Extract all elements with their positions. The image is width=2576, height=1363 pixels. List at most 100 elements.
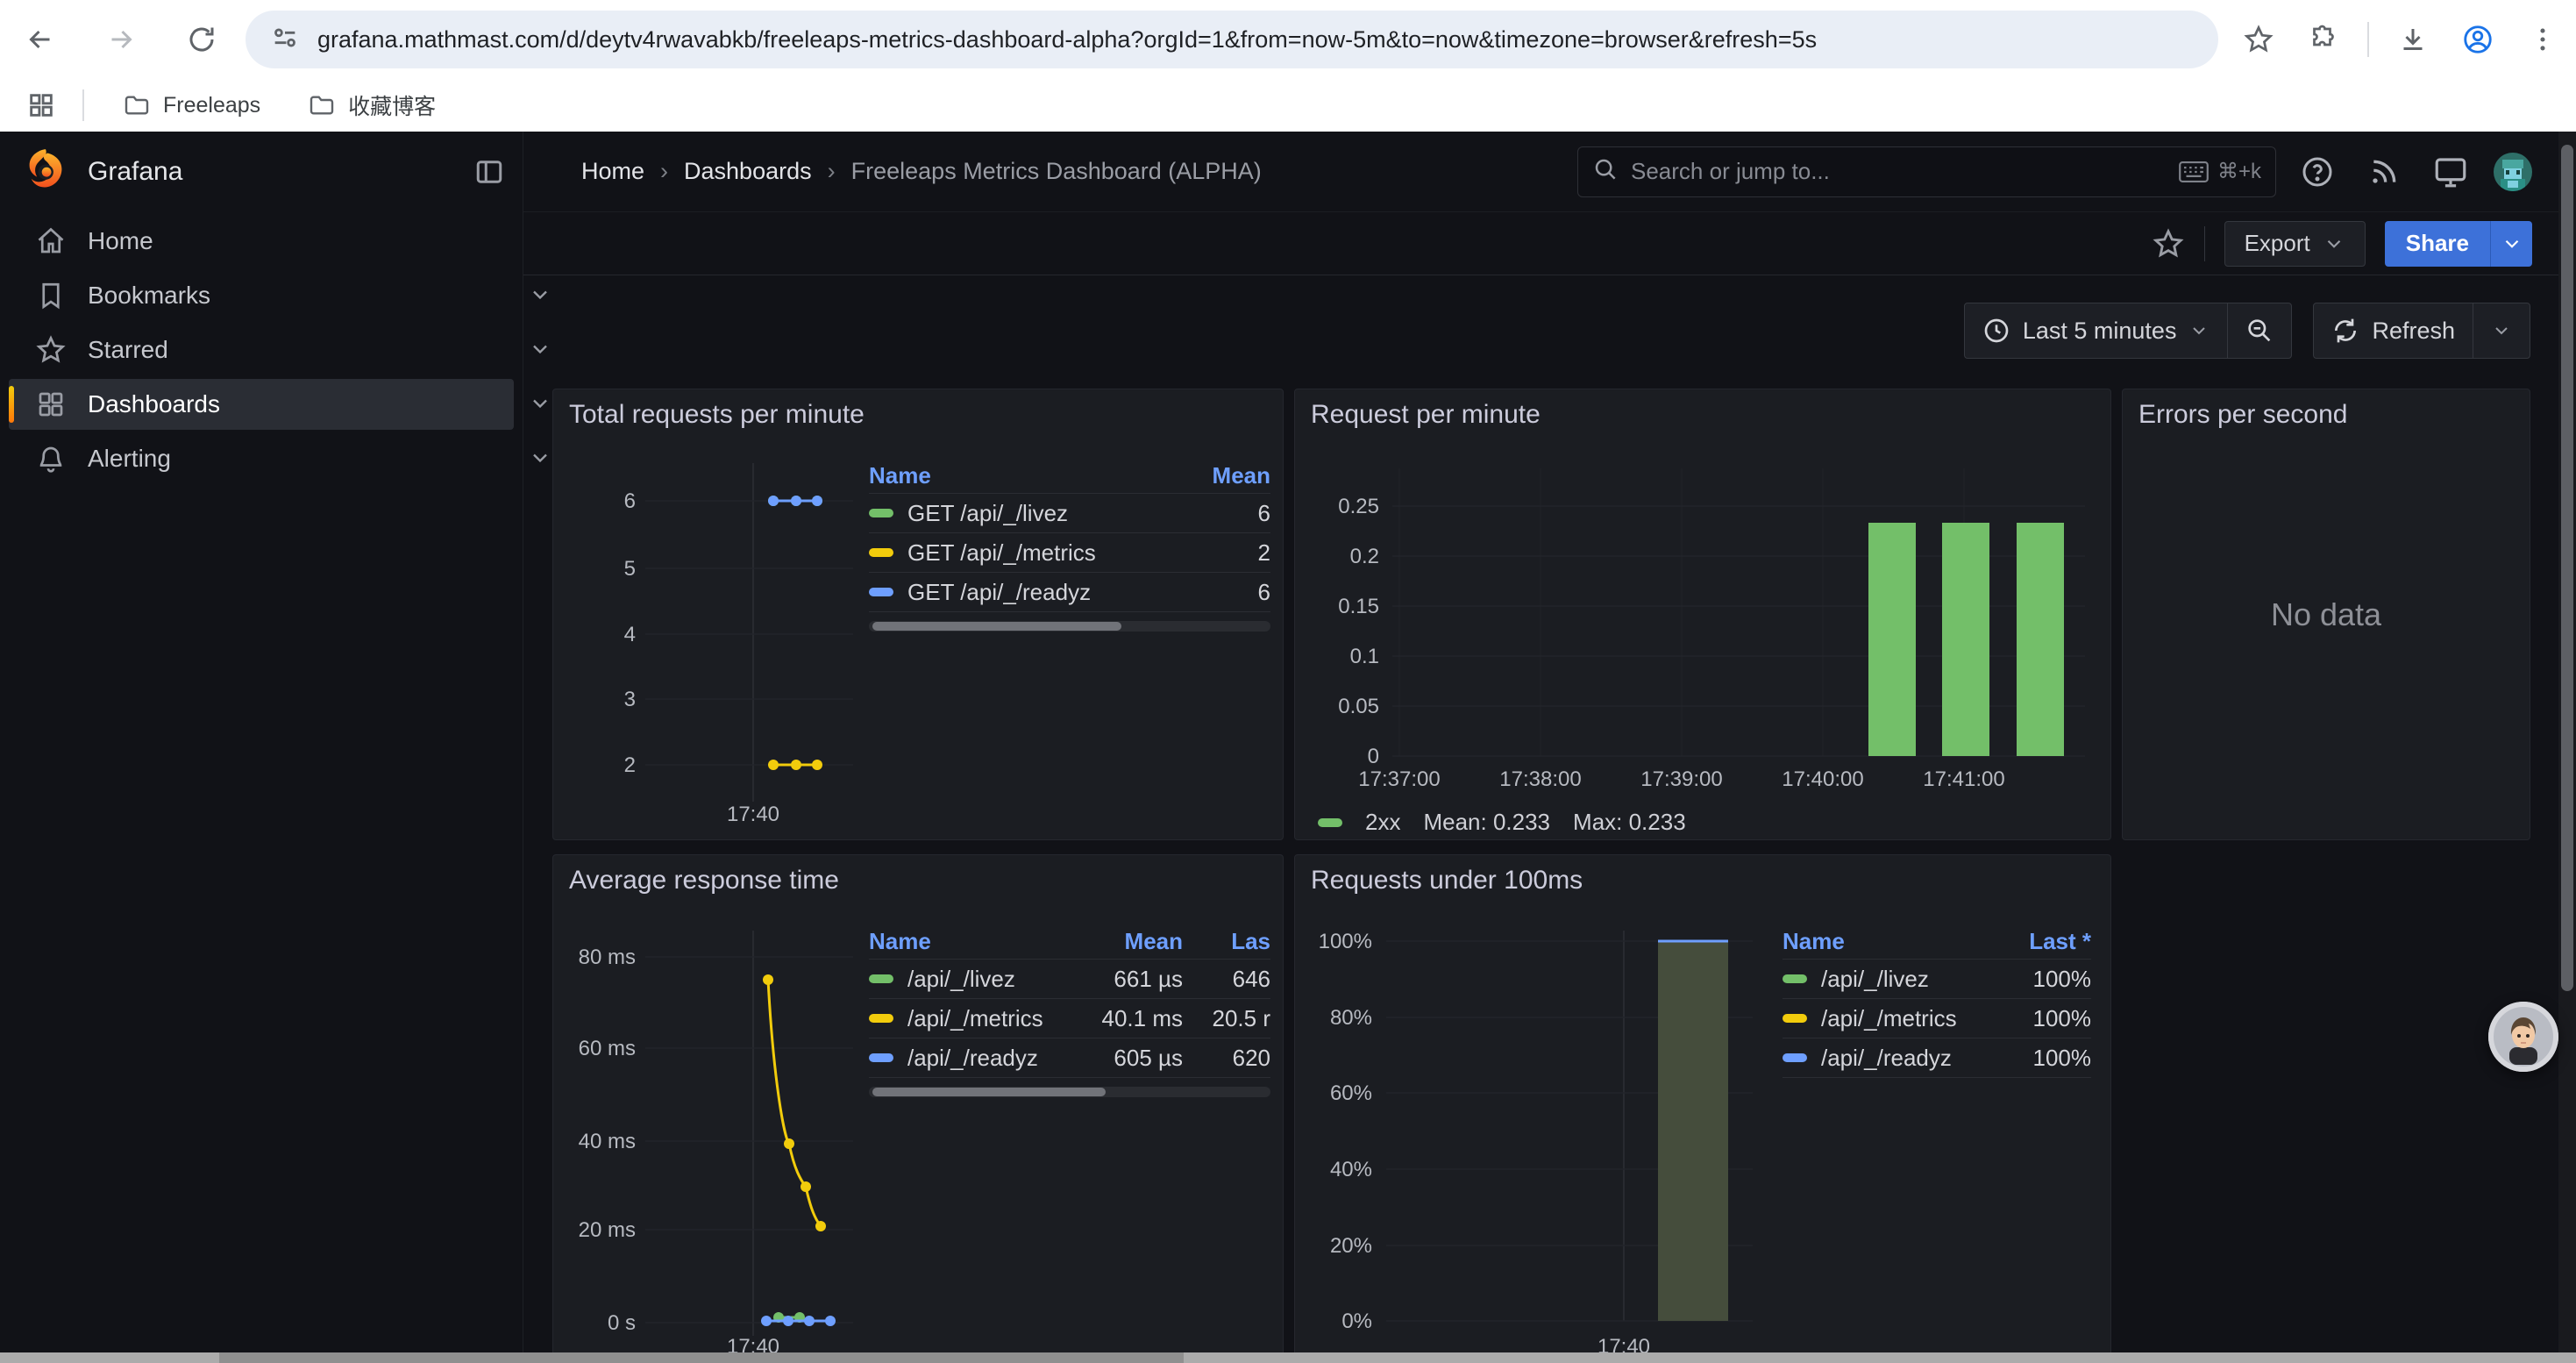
- search-input[interactable]: [1631, 158, 2167, 185]
- series-color-swatch: [869, 509, 893, 517]
- bookmarks-divider: [82, 89, 84, 121]
- time-range-picker[interactable]: Last 5 minutes: [1965, 303, 2228, 358]
- panel-title[interactable]: Errors per second: [2138, 400, 2347, 430]
- column-header[interactable]: Mean: [1069, 928, 1183, 955]
- downloads-icon[interactable]: [2385, 11, 2441, 68]
- site-settings-icon[interactable]: [270, 23, 300, 57]
- svg-text:0: 0: [1368, 745, 1379, 768]
- series-color-swatch: [1783, 974, 1807, 983]
- assistant-avatar[interactable]: [2488, 1002, 2558, 1072]
- main-area: Home›Dashboards›Freeleaps Metrics Dashbo…: [523, 132, 2576, 1363]
- help-icon[interactable]: [2292, 146, 2343, 197]
- sidebar-item-dashboards[interactable]: Dashboards: [9, 379, 514, 430]
- breadcrumb-item[interactable]: Dashboards: [684, 158, 812, 185]
- chevron-down-icon: [2491, 320, 2512, 341]
- series-row[interactable]: /api/_/metrics100%: [1783, 998, 2091, 1038]
- url-bar[interactable]: grafana.mathmast.com/d/deytv4rwavabkb/fr…: [246, 11, 2218, 68]
- series-row[interactable]: GET /api/_/readyz6: [869, 572, 1270, 611]
- sidebar-item-home[interactable]: Home: [9, 216, 514, 267]
- series-color-swatch: [869, 1014, 893, 1023]
- chart-plot[interactable]: 6543217:40: [562, 426, 865, 830]
- chevron-down-icon: [2323, 232, 2345, 255]
- breadcrumb-separator: ›: [828, 158, 836, 185]
- legend-item: 2xx: [1365, 809, 1400, 836]
- series-row[interactable]: /api/_/readyz100%: [1783, 1038, 2091, 1077]
- user-avatar[interactable]: [2494, 153, 2532, 191]
- bookmark-star-icon[interactable]: [2231, 11, 2287, 68]
- series-row[interactable]: GET /api/_/livez6: [869, 493, 1270, 532]
- series-color-swatch: [1783, 1053, 1807, 1062]
- chart-plot[interactable]: 0.250.20.150.10.05017:37:0017:38:0017:39…: [1309, 425, 2098, 802]
- series-row[interactable]: /api/_/livez100%: [1783, 959, 2091, 998]
- news-rss-icon[interactable]: [2359, 146, 2409, 197]
- folder-icon: [308, 91, 336, 119]
- chevron-down-icon: [2188, 320, 2210, 341]
- sidebar-item-bookmarks[interactable]: Bookmarks: [9, 270, 514, 321]
- reload-button[interactable]: [174, 11, 230, 68]
- brand-name[interactable]: Grafana: [88, 157, 473, 187]
- forward-button[interactable]: [93, 11, 149, 68]
- page-scrollbar-thumb[interactable]: [2561, 145, 2573, 991]
- svg-text:40 ms: 40 ms: [579, 1130, 636, 1153]
- panel: Total requests per minute6543217:40NameM…: [552, 389, 1284, 840]
- chart-plot[interactable]: 80 ms60 ms40 ms20 ms0 s17:40: [562, 890, 865, 1362]
- extensions-icon[interactable]: [2295, 11, 2352, 68]
- column-header[interactable]: Name: [1783, 928, 1995, 955]
- dock-menu-icon[interactable]: [473, 156, 505, 188]
- bell-icon: [35, 443, 67, 475]
- time-zoom-out-button[interactable]: [2227, 303, 2291, 358]
- breadcrumb-item[interactable]: Home: [581, 158, 644, 185]
- refresh-button[interactable]: Refresh: [2314, 303, 2473, 358]
- svg-text:0.05: 0.05: [1338, 695, 1379, 718]
- column-header[interactable]: Mean: [1174, 462, 1270, 489]
- bookmark-icon: [35, 280, 67, 311]
- series-color-swatch: [1318, 818, 1342, 827]
- bookmark-folder[interactable]: 收藏博客: [295, 84, 448, 126]
- svg-text:0.1: 0.1: [1350, 645, 1379, 668]
- folder-icon: [123, 91, 151, 119]
- refresh-interval-button[interactable]: [2473, 303, 2530, 358]
- url-text: grafana.mathmast.com/d/deytv4rwavabkb/fr…: [317, 26, 1817, 54]
- breadcrumb-item: Freeleaps Metrics Dashboard (ALPHA): [851, 158, 1262, 185]
- svg-text:6: 6: [624, 489, 636, 513]
- series-row[interactable]: /api/_/metrics40.1 ms20.5 r: [869, 998, 1270, 1038]
- bookmark-folder[interactable]: Freeleaps: [110, 84, 273, 126]
- chart-plot[interactable]: 100%80%60%40%20%0%17:40: [1304, 890, 1777, 1362]
- svg-text:17:38:00: 17:38:00: [1499, 767, 1581, 791]
- svg-text:17:37:00: 17:37:00: [1358, 767, 1440, 791]
- series-row[interactable]: GET /api/_/metrics2: [869, 532, 1270, 572]
- series-color-swatch: [869, 588, 893, 596]
- svg-text:40%: 40%: [1330, 1158, 1372, 1181]
- panel-title[interactable]: Total requests per minute: [569, 400, 865, 430]
- svg-text:80%: 80%: [1330, 1006, 1372, 1030]
- sidebar-item-starred[interactable]: Starred: [9, 325, 514, 375]
- share-menu-button[interactable]: [2490, 221, 2532, 267]
- export-button[interactable]: Export: [2224, 221, 2366, 267]
- column-header[interactable]: Name: [869, 928, 1069, 955]
- search-icon: [1592, 156, 1619, 187]
- series-row[interactable]: /api/_/livez661 µs646: [869, 959, 1270, 998]
- apps-grid-icon[interactable]: [26, 90, 56, 120]
- search-box[interactable]: ⌘+k: [1577, 146, 2276, 197]
- column-header[interactable]: Last *: [1995, 928, 2091, 955]
- column-header[interactable]: Name: [869, 462, 1174, 489]
- chart-legend[interactable]: 2xxMean: 0.233Max: 0.233: [1318, 809, 1686, 836]
- sidebar-item-label: Bookmarks: [88, 282, 210, 310]
- breadcrumb: Home›Dashboards›Freeleaps Metrics Dashbo…: [581, 158, 1577, 185]
- monitor-icon[interactable]: [2425, 146, 2476, 197]
- profile-icon[interactable]: [2450, 11, 2506, 68]
- back-button[interactable]: [12, 11, 68, 68]
- table-scrollbar[interactable]: [869, 1087, 1270, 1097]
- horizontal-scrollbar[interactable]: [0, 1352, 2576, 1363]
- table-scrollbar[interactable]: [869, 621, 1270, 632]
- browser-menu-icon[interactable]: [2515, 11, 2571, 68]
- sidebar-item-alerting[interactable]: Alerting: [9, 433, 514, 484]
- grafana-logo-icon[interactable]: [23, 147, 68, 197]
- share-button[interactable]: Share: [2385, 221, 2490, 267]
- favorite-star-icon[interactable]: [2152, 227, 2185, 260]
- column-header[interactable]: Las: [1183, 928, 1270, 955]
- panel: Requests under 100ms100%80%60%40%20%0%17…: [1294, 854, 2111, 1363]
- series-row[interactable]: /api/_/readyz605 µs620: [869, 1038, 1270, 1077]
- svg-text:17:41:00: 17:41:00: [1923, 767, 2004, 791]
- sidebar: Grafana Home Bookmarks StarredDashboardsAl…: [0, 132, 523, 1363]
